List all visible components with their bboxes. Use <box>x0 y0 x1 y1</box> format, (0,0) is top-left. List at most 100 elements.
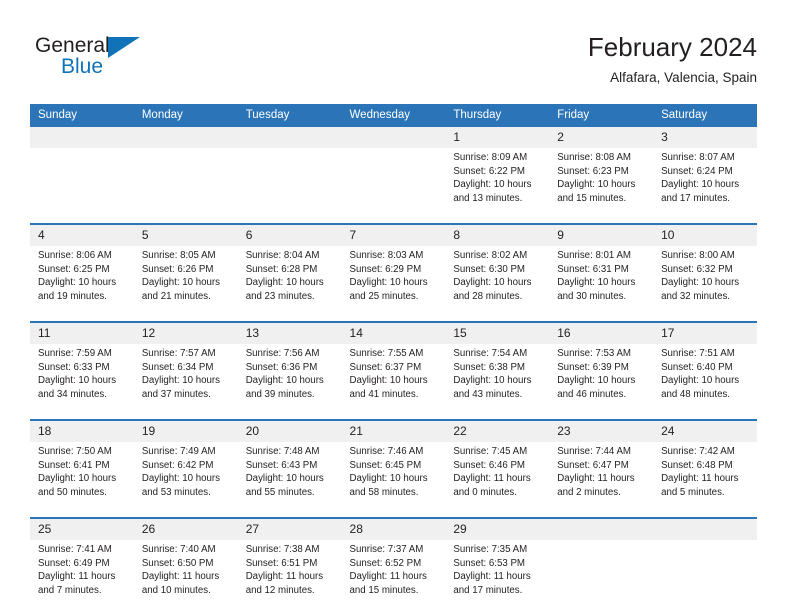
day-cell[interactable]: Sunrise: 7:45 AM Sunset: 6:46 PM Dayligh… <box>445 442 550 517</box>
day-number[interactable] <box>341 127 446 148</box>
day-cell[interactable]: Sunrise: 7:51 AM Sunset: 6:40 PM Dayligh… <box>653 344 757 419</box>
day-cell[interactable]: Sunrise: 7:42 AM Sunset: 6:48 PM Dayligh… <box>653 442 757 517</box>
sunset-text: Sunset: 6:22 PM <box>453 165 525 177</box>
day-cell[interactable]: Sunrise: 7:49 AM Sunset: 6:42 PM Dayligh… <box>133 442 238 517</box>
day-cell[interactable] <box>30 148 134 223</box>
day-number[interactable]: 27 <box>237 519 342 540</box>
week-2-details: Sunrise: 8:06 AM Sunset: 6:25 PM Dayligh… <box>30 246 757 321</box>
day-number[interactable]: 7 <box>341 225 446 246</box>
day-number[interactable]: 9 <box>549 225 654 246</box>
day-number[interactable]: 20 <box>237 421 342 442</box>
day-cell[interactable]: Sunrise: 8:09 AM Sunset: 6:22 PM Dayligh… <box>445 148 550 223</box>
day-cell[interactable]: Sunrise: 8:04 AM Sunset: 6:28 PM Dayligh… <box>237 246 342 321</box>
day-cell[interactable]: Sunrise: 7:55 AM Sunset: 6:37 PM Dayligh… <box>341 344 446 419</box>
day-cell[interactable]: Sunrise: 7:59 AM Sunset: 6:33 PM Dayligh… <box>30 344 134 419</box>
sunrise-text: Sunrise: 8:04 AM <box>245 250 320 261</box>
calendar-grid: Sunday Monday Tuesday Wednesday Thursday… <box>30 104 757 615</box>
day-cell[interactable]: Sunrise: 7:41 AM Sunset: 6:49 PM Dayligh… <box>30 540 134 615</box>
day-number[interactable]: 3 <box>653 127 757 148</box>
day-cell[interactable]: Sunrise: 8:02 AM Sunset: 6:30 PM Dayligh… <box>445 246 550 321</box>
day-number[interactable]: 1 <box>445 127 550 148</box>
day-number[interactable]: 5 <box>133 225 238 246</box>
daylight-text-line1: Daylight: 10 hours <box>245 375 324 387</box>
day-cell[interactable]: Sunrise: 7:56 AM Sunset: 6:36 PM Dayligh… <box>237 344 342 419</box>
day-cell[interactable]: Sunrise: 8:00 AM Sunset: 6:32 PM Dayligh… <box>653 246 757 321</box>
brand-name-blue: Blue <box>61 55 104 78</box>
week-5-details: Sunrise: 7:41 AM Sunset: 6:49 PM Dayligh… <box>30 540 757 615</box>
day-cell[interactable]: Sunrise: 7:38 AM Sunset: 6:51 PM Dayligh… <box>237 540 342 615</box>
day-number[interactable] <box>133 127 238 148</box>
day-number[interactable]: 12 <box>133 323 238 344</box>
day-cell[interactable]: Sunrise: 8:08 AM Sunset: 6:23 PM Dayligh… <box>549 148 654 223</box>
sunset-text: Sunset: 6:42 PM <box>141 459 214 471</box>
day-cell[interactable] <box>653 540 757 615</box>
day-number[interactable]: 16 <box>549 323 654 344</box>
sunrise-text: Sunrise: 7:54 AM <box>453 348 528 359</box>
sunset-text: Sunset: 6:23 PM <box>557 165 629 177</box>
day-cell[interactable]: Sunrise: 7:48 AM Sunset: 6:43 PM Dayligh… <box>237 442 342 517</box>
day-cell[interactable]: Sunrise: 7:46 AM Sunset: 6:45 PM Dayligh… <box>341 442 446 517</box>
day-number[interactable]: 23 <box>549 421 654 442</box>
sunrise-text: Sunrise: 8:06 AM <box>38 250 112 261</box>
day-cell[interactable] <box>341 148 446 223</box>
day-cell[interactable]: Sunrise: 8:03 AM Sunset: 6:29 PM Dayligh… <box>341 246 446 321</box>
daylight-text-line1: Daylight: 11 hours <box>349 571 427 583</box>
weekday-header-tuesday: Tuesday <box>237 104 342 127</box>
sunset-text: Sunset: 6:48 PM <box>661 459 733 471</box>
day-cell[interactable] <box>237 148 342 223</box>
day-number[interactable]: 10 <box>653 225 757 246</box>
daylight-text-line2: and 53 minutes. <box>141 486 211 498</box>
sunset-text: Sunset: 6:50 PM <box>141 557 214 569</box>
day-number[interactable]: 25 <box>30 519 134 540</box>
day-number[interactable] <box>653 519 757 540</box>
day-number[interactable] <box>237 127 342 148</box>
day-number[interactable] <box>549 519 654 540</box>
day-number[interactable]: 28 <box>341 519 446 540</box>
day-number[interactable]: 22 <box>445 421 550 442</box>
sunset-text: Sunset: 6:38 PM <box>453 361 525 373</box>
daylight-text-line1: Daylight: 10 hours <box>349 277 428 289</box>
sunrise-text: Sunrise: 7:46 AM <box>349 446 424 457</box>
day-cell[interactable]: Sunrise: 7:54 AM Sunset: 6:38 PM Dayligh… <box>445 344 550 419</box>
day-number[interactable]: 17 <box>653 323 757 344</box>
day-cell[interactable]: Sunrise: 7:50 AM Sunset: 6:41 PM Dayligh… <box>30 442 134 517</box>
day-number[interactable]: 15 <box>445 323 550 344</box>
sunrise-text: Sunrise: 7:40 AM <box>141 544 216 555</box>
day-number[interactable]: 8 <box>445 225 550 246</box>
day-number[interactable]: 26 <box>133 519 238 540</box>
day-number[interactable]: 6 <box>237 225 342 246</box>
daylight-text-line2: and 0 minutes. <box>453 486 517 498</box>
day-number[interactable]: 21 <box>341 421 446 442</box>
general-blue-logo[interactable]: General Blue <box>35 34 145 84</box>
daylight-text-line2: and 5 minutes. <box>661 486 725 498</box>
day-number[interactable]: 14 <box>341 323 446 344</box>
daylight-text-line1: Daylight: 10 hours <box>245 277 324 289</box>
daylight-text-line2: and 2 minutes. <box>557 486 621 498</box>
day-cell[interactable]: Sunrise: 8:01 AM Sunset: 6:31 PM Dayligh… <box>549 246 654 321</box>
sunrise-text: Sunrise: 7:50 AM <box>38 446 112 457</box>
day-cell[interactable]: Sunrise: 7:35 AM Sunset: 6:53 PM Dayligh… <box>445 540 550 615</box>
day-number[interactable]: 13 <box>237 323 342 344</box>
day-cell[interactable] <box>133 148 238 223</box>
day-cell[interactable]: Sunrise: 8:07 AM Sunset: 6:24 PM Dayligh… <box>653 148 757 223</box>
day-number[interactable]: 18 <box>30 421 134 442</box>
day-cell[interactable]: Sunrise: 7:57 AM Sunset: 6:34 PM Dayligh… <box>133 344 238 419</box>
day-number[interactable]: 4 <box>30 225 134 246</box>
day-cell[interactable]: Sunrise: 8:06 AM Sunset: 6:25 PM Dayligh… <box>30 246 134 321</box>
sunrise-text: Sunrise: 8:07 AM <box>661 152 735 163</box>
day-number[interactable]: 11 <box>30 323 134 344</box>
day-cell[interactable]: Sunrise: 7:44 AM Sunset: 6:47 PM Dayligh… <box>549 442 654 517</box>
day-cell[interactable]: Sunrise: 7:37 AM Sunset: 6:52 PM Dayligh… <box>341 540 446 615</box>
sunrise-text: Sunrise: 7:48 AM <box>245 446 320 457</box>
day-number[interactable]: 29 <box>445 519 550 540</box>
day-cell[interactable] <box>549 540 654 615</box>
day-number[interactable] <box>30 127 134 148</box>
daylight-text-line1: Daylight: 11 hours <box>453 571 531 583</box>
day-cell[interactable]: Sunrise: 7:40 AM Sunset: 6:50 PM Dayligh… <box>133 540 238 615</box>
day-number[interactable]: 19 <box>133 421 238 442</box>
sunset-text: Sunset: 6:37 PM <box>349 361 422 373</box>
day-cell[interactable]: Sunrise: 8:05 AM Sunset: 6:26 PM Dayligh… <box>133 246 238 321</box>
day-number[interactable]: 24 <box>653 421 757 442</box>
day-number[interactable]: 2 <box>549 127 654 148</box>
day-cell[interactable]: Sunrise: 7:53 AM Sunset: 6:39 PM Dayligh… <box>549 344 654 419</box>
